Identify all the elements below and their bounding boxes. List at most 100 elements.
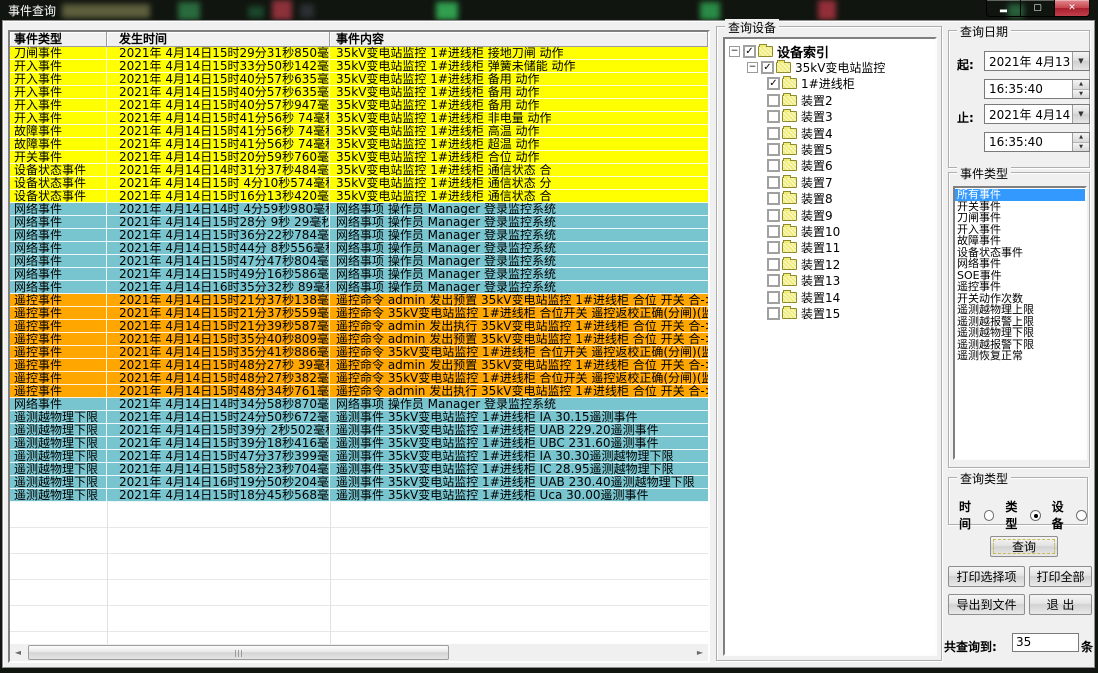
tree-checkbox[interactable] <box>767 209 780 222</box>
from-date-dropdown[interactable]: 2021年 4月13日 ▼ <box>984 51 1090 71</box>
maximize-button[interactable]: ▢ <box>1021 0 1055 16</box>
table-row[interactable]: 刀闸事件 2021年 4月14日15时29分31秒850毫秒 35kV变电站监控… <box>10 47 708 60</box>
tree-expander-icon[interactable]: − <box>729 46 740 57</box>
table-row[interactable]: 遥控事件 2021年 4月14日15时21分37秒138毫秒 遥控命令 admi… <box>10 294 708 307</box>
table-row[interactable]: 故障事件 2021年 4月14日15时41分56秒 74毫秒 35kV变电站监控… <box>10 138 708 151</box>
export-to-file-button[interactable]: 导出到文件 <box>948 594 1025 615</box>
print-all-button[interactable]: 打印全部 <box>1029 566 1092 587</box>
tree-checkbox[interactable] <box>767 143 780 156</box>
horizontal-scrollbar[interactable]: ◄ ► <box>10 644 708 661</box>
tree-checkbox[interactable] <box>767 291 780 304</box>
event-type-option[interactable]: 遥测越物理下限 <box>955 327 1085 339</box>
tree-checkbox[interactable] <box>767 307 780 320</box>
table-row[interactable]: 设备状态事件 2021年 4月14日14时31分37秒484毫秒 35kV变电站… <box>10 164 708 177</box>
from-time-spinner[interactable]: 16:35:40 ▲ ▼ <box>984 79 1090 99</box>
spin-down-icon[interactable]: ▼ <box>1073 143 1089 152</box>
tree-item[interactable]: − ✓ 设备索引 <box>725 43 935 59</box>
tree-item[interactable]: 装置12 <box>725 256 935 272</box>
to-time-spinner[interactable]: 16:35:40 ▲ ▼ <box>984 132 1090 152</box>
tree-item[interactable]: 装置10 <box>725 223 935 239</box>
tree-checkbox[interactable] <box>767 159 780 172</box>
table-row[interactable]: 开关事件 2021年 4月14日15时20分59秒760毫秒 35kV变电站监控… <box>10 151 708 164</box>
event-type-option[interactable]: 所有事件 <box>955 189 1085 201</box>
table-row[interactable]: 网络事件 2021年 4月14日16时35分32秒 89毫秒 网络事项 操作员 … <box>10 281 708 294</box>
event-type-option[interactable]: 开关事件 <box>955 201 1085 213</box>
table-row[interactable]: 遥测越物理下限 2021年 4月14日15时47分37秒399毫秒 遥测事件 3… <box>10 450 708 463</box>
tree-item[interactable]: 装置11 <box>725 240 935 256</box>
to-date-dropdown[interactable]: 2021年 4月14日 ▼ <box>984 104 1090 124</box>
tree-checkbox[interactable] <box>767 94 780 107</box>
table-row[interactable]: 遥测越物理下限 2021年 4月14日15时58分23秒704毫秒 遥测事件 3… <box>10 463 708 476</box>
column-header-content[interactable]: 事件内容 <box>330 32 708 47</box>
result-count-input[interactable]: 35 <box>1012 633 1079 652</box>
tree-item[interactable]: ✓ 1#进线柜 <box>725 76 935 92</box>
table-row[interactable]: 网络事件 2021年 4月14日15时49分16秒586毫秒 网络事项 操作员 … <box>10 268 708 281</box>
tree-checkbox[interactable] <box>767 225 780 238</box>
event-type-option[interactable]: 遥测越物理上限 <box>955 304 1085 316</box>
table-row[interactable]: 故障事件 2021年 4月14日15时41分56秒 74毫秒 35kV变电站监控… <box>10 125 708 138</box>
scroll-left-button[interactable]: ◄ <box>10 644 26 661</box>
tree-item[interactable]: 装置8 <box>725 191 935 207</box>
table-row[interactable]: 设备状态事件 2021年 4月14日15时16分13秒420毫秒 35kV变电站… <box>10 190 708 203</box>
event-type-option[interactable]: 故障事件 <box>955 235 1085 247</box>
table-row[interactable]: 网络事件 2021年 4月14日15时28分 9秒 29毫秒 网络事项 操作员 … <box>10 216 708 229</box>
table-row[interactable]: 遥测越物理下限 2021年 4月14日15时39分18秒416毫秒 遥测事件 3… <box>10 437 708 450</box>
tree-item[interactable]: 装置4 <box>725 125 935 141</box>
table-row[interactable]: 遥测越物理下限 2021年 4月14日15时24分50秒672毫秒 遥测事件 3… <box>10 411 708 424</box>
table-row[interactable]: 开入事件 2021年 4月14日15时40分57秒635毫秒 35kV变电站监控… <box>10 73 708 86</box>
minimize-button[interactable]: ▂ <box>987 0 1021 16</box>
table-row[interactable]: 网络事件 2021年 4月14日15时47分47秒804毫秒 网络事项 操作员 … <box>10 255 708 268</box>
tree-item[interactable]: 装置5 <box>725 141 935 157</box>
tree-item[interactable]: 装置13 <box>725 272 935 288</box>
tree-checkbox[interactable] <box>767 274 780 287</box>
table-row[interactable]: 遥测越物理下限 2021年 4月14日16时19分50秒204毫秒 遥测事件 3… <box>10 476 708 489</box>
spinner-buttons[interactable]: ▲ ▼ <box>1072 80 1089 98</box>
dropdown-button[interactable]: ▼ <box>1072 105 1089 123</box>
table-row[interactable]: 开入事件 2021年 4月14日15时40分57秒947毫秒 35kV变电站监控… <box>10 99 708 112</box>
spinner-buttons[interactable]: ▲ ▼ <box>1072 133 1089 151</box>
table-row[interactable]: 网络事件 2021年 4月14日14时 4分59秒980毫秒 网络事项 操作员 … <box>10 203 708 216</box>
table-row[interactable]: 遥测越物理下限 2021年 4月14日15时18分45秒568毫秒 遥测事件 3… <box>10 489 708 502</box>
table-row[interactable]: 网络事件 2021年 4月14日15时44分 8秒556毫秒 网络事项 操作员 … <box>10 242 708 255</box>
event-type-option[interactable]: 遥控事件 <box>955 281 1085 293</box>
tree-checkbox[interactable]: ✓ <box>743 45 756 58</box>
tree-checkbox[interactable] <box>767 192 780 205</box>
query-type-radio[interactable]: 时间 <box>959 498 994 532</box>
table-row[interactable]: 遥测越物理下限 2021年 4月14日15时39分 2秒502毫秒 遥测事件 3… <box>10 424 708 437</box>
table-row[interactable]: 网络事件 2021年 4月14日15时36分22秒784毫秒 网络事项 操作员 … <box>10 229 708 242</box>
event-type-option[interactable]: 设备状态事件 <box>955 247 1085 259</box>
spin-up-icon[interactable]: ▲ <box>1073 80 1089 90</box>
spin-down-icon[interactable]: ▼ <box>1073 90 1089 99</box>
table-row[interactable]: 开入事件 2021年 4月14日15时33分50秒142毫秒 35kV变电站监控… <box>10 60 708 73</box>
tree-item[interactable]: 装置15 <box>725 305 935 321</box>
tree-item[interactable]: 装置9 <box>725 207 935 223</box>
column-header-time[interactable]: 发生时间 <box>107 32 330 47</box>
event-type-option[interactable]: 开入事件 <box>955 224 1085 236</box>
print-selected-button[interactable]: 打印选择项 <box>948 566 1025 587</box>
dropdown-button[interactable]: ▼ <box>1072 52 1089 70</box>
table-row[interactable]: 设备状态事件 2021年 4月14日15时 4分10秒574毫秒 35kV变电站… <box>10 177 708 190</box>
tree-item[interactable]: 装置3 <box>725 109 935 125</box>
exit-button[interactable]: 退 出 <box>1029 594 1092 615</box>
tree-checkbox[interactable] <box>767 110 780 123</box>
table-row[interactable]: 遥控事件 2021年 4月14日15时48分27秒382毫秒 遥控命令 35kV… <box>10 372 708 385</box>
tree-expander-icon[interactable]: − <box>747 62 758 73</box>
scrollbar-thumb[interactable] <box>28 645 449 660</box>
tree-checkbox[interactable]: ✓ <box>767 77 780 90</box>
event-type-option[interactable]: 网络事件 <box>955 258 1085 270</box>
event-type-option[interactable]: SOE事件 <box>955 270 1085 282</box>
table-row[interactable]: 开入事件 2021年 4月14日15时40分57秒635毫秒 35kV变电站监控… <box>10 86 708 99</box>
tree-item[interactable]: − ✓ 35kV变电站监控 <box>725 59 935 75</box>
table-row[interactable]: 开入事件 2021年 4月14日15时41分56秒 74毫秒 35kV变电站监控… <box>10 112 708 125</box>
tree-checkbox[interactable] <box>767 127 780 140</box>
query-type-radio[interactable]: 类型 <box>1005 498 1040 532</box>
event-type-option[interactable]: 开关动作次数 <box>955 293 1085 305</box>
tree-checkbox[interactable] <box>767 176 780 189</box>
column-header-type[interactable]: 事件类型 <box>10 32 107 47</box>
tree-item[interactable]: 装置2 <box>725 92 935 108</box>
event-type-option[interactable]: 遥测越报警下限 <box>955 339 1085 351</box>
table-row[interactable]: 遥控事件 2021年 4月14日15时21分37秒559毫秒 遥控命令 35kV… <box>10 307 708 320</box>
scroll-right-button[interactable]: ► <box>692 644 708 661</box>
spin-up-icon[interactable]: ▲ <box>1073 133 1089 143</box>
table-row[interactable]: 遥控事件 2021年 4月14日15时48分34秒761毫秒 遥控命令 admi… <box>10 385 708 398</box>
